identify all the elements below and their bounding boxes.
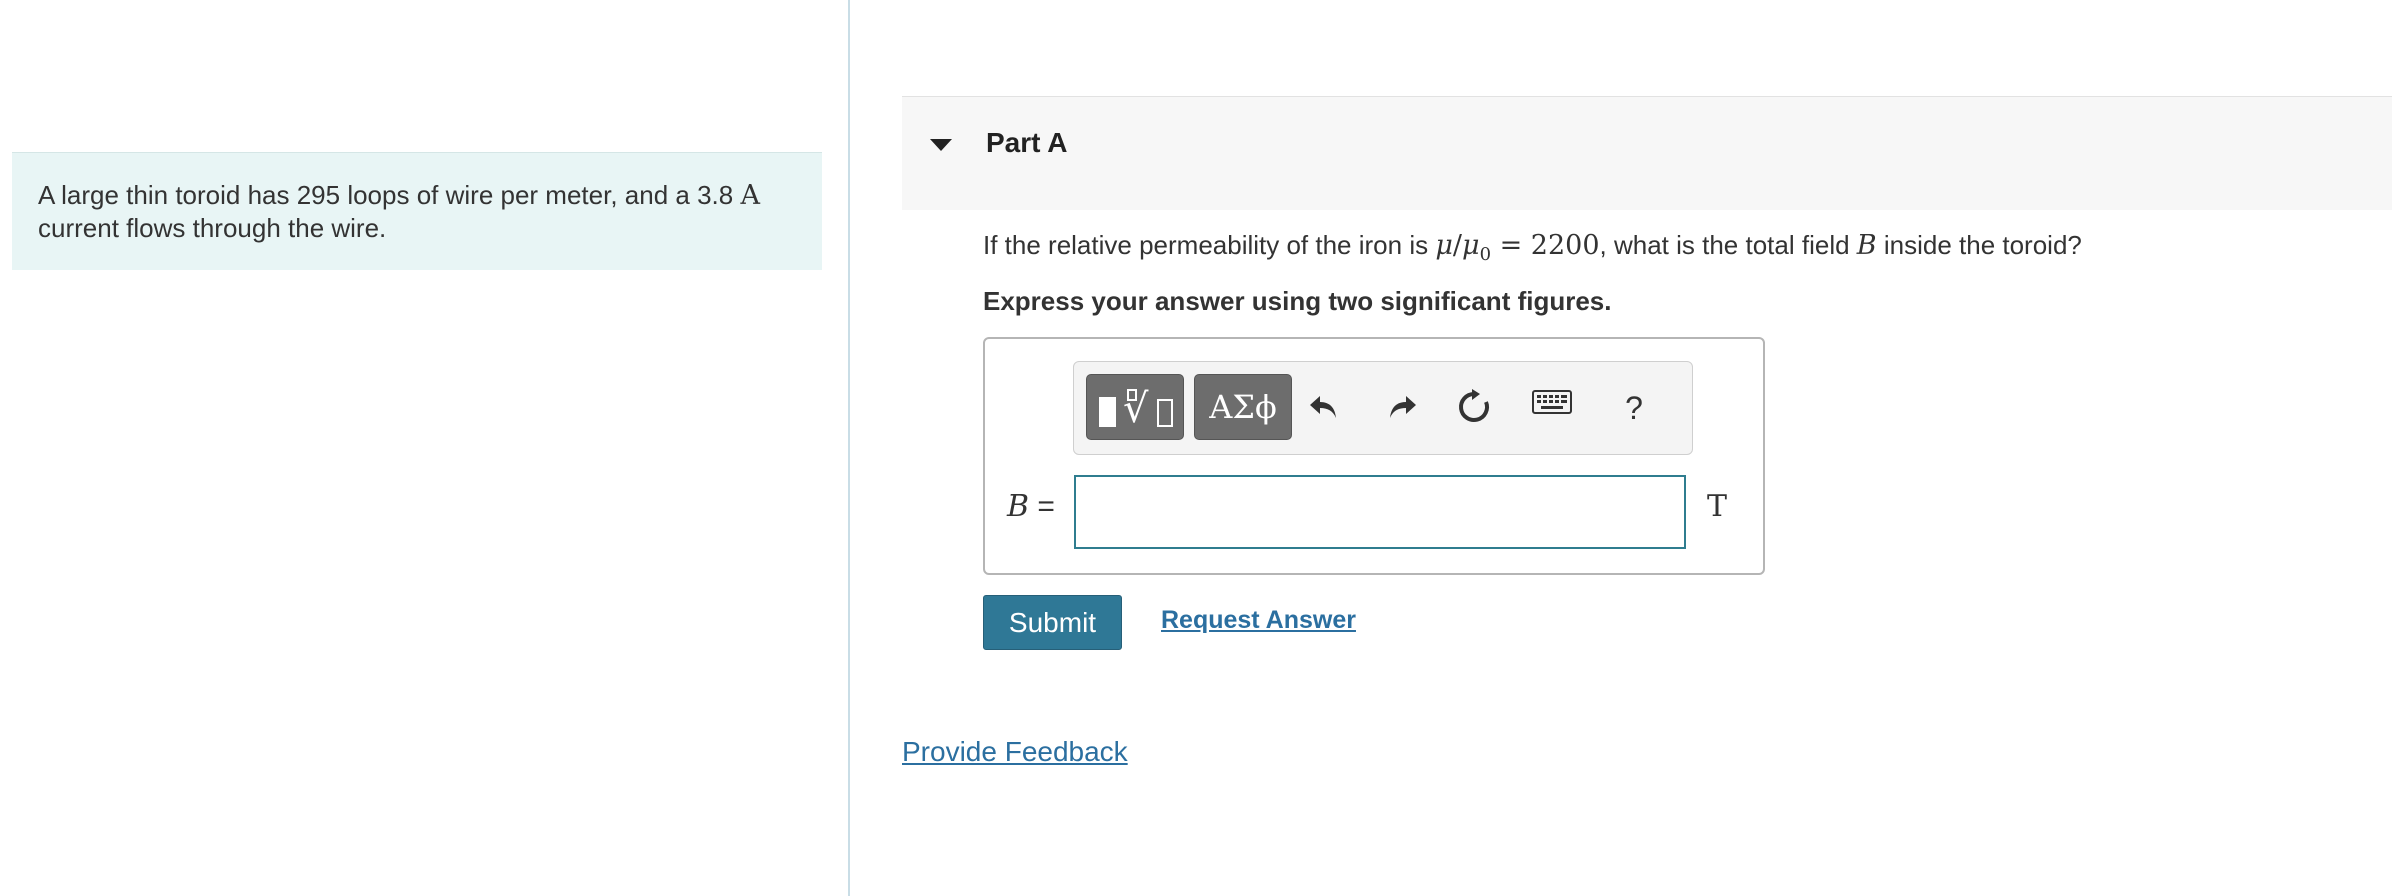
- templates-icon: √: [1087, 375, 1185, 441]
- instruction-text: Express your answer using two significan…: [983, 286, 1612, 316]
- answer-unit: T: [1707, 489, 1728, 524]
- symbols-button[interactable]: ΑΣϕ: [1194, 374, 1292, 440]
- question-middle: , what is the total field: [1599, 230, 1857, 260]
- submit-button[interactable]: Submit: [983, 595, 1122, 650]
- reset-icon[interactable]: [1454, 388, 1494, 428]
- problem-text-after: current flows through the wire.: [38, 213, 387, 243]
- problem-statement: A large thin toroid has 295 loops of wir…: [12, 152, 822, 270]
- templates-button[interactable]: √: [1086, 374, 1184, 440]
- question-prefix: If the relative permeability of the iron…: [983, 230, 1436, 260]
- answer-variable-label: B =: [1007, 489, 1055, 524]
- math-toolbar: √ ΑΣϕ ?: [1073, 361, 1693, 455]
- answer-variable: B: [1007, 489, 1030, 524]
- collapse-caret-icon[interactable]: [930, 139, 952, 151]
- request-answer-link[interactable]: Request Answer: [1161, 606, 1356, 635]
- mu0-symbol: μ: [1462, 230, 1480, 261]
- mu-symbol: μ: [1435, 230, 1453, 261]
- undo-icon[interactable]: [1304, 388, 1344, 428]
- problem-text-before: A large thin toroid has 295 loops of wir…: [38, 180, 741, 210]
- question-suffix: inside the toroid?: [1876, 230, 2082, 260]
- question-text: If the relative permeability of the iron…: [983, 230, 2082, 265]
- answer-box: √ ΑΣϕ ? B = T: [983, 337, 1765, 575]
- field-variable: B: [1856, 230, 1877, 261]
- permeability-value: = 2200: [1491, 230, 1600, 261]
- redo-icon[interactable]: [1382, 388, 1422, 428]
- answer-input[interactable]: [1074, 475, 1686, 549]
- mu0-subscript: 0: [1479, 244, 1492, 266]
- current-unit: A: [740, 180, 760, 211]
- answer-equals: =: [1029, 490, 1055, 523]
- part-title: Part A: [986, 127, 1068, 158]
- part-header[interactable]: Part A: [902, 96, 2392, 210]
- panel-divider: [848, 0, 850, 896]
- help-button[interactable]: ?: [1614, 388, 1654, 428]
- slash-symbol: /: [1452, 230, 1462, 261]
- keyboard-icon[interactable]: [1532, 388, 1572, 428]
- provide-feedback-link[interactable]: Provide Feedback: [902, 736, 1128, 768]
